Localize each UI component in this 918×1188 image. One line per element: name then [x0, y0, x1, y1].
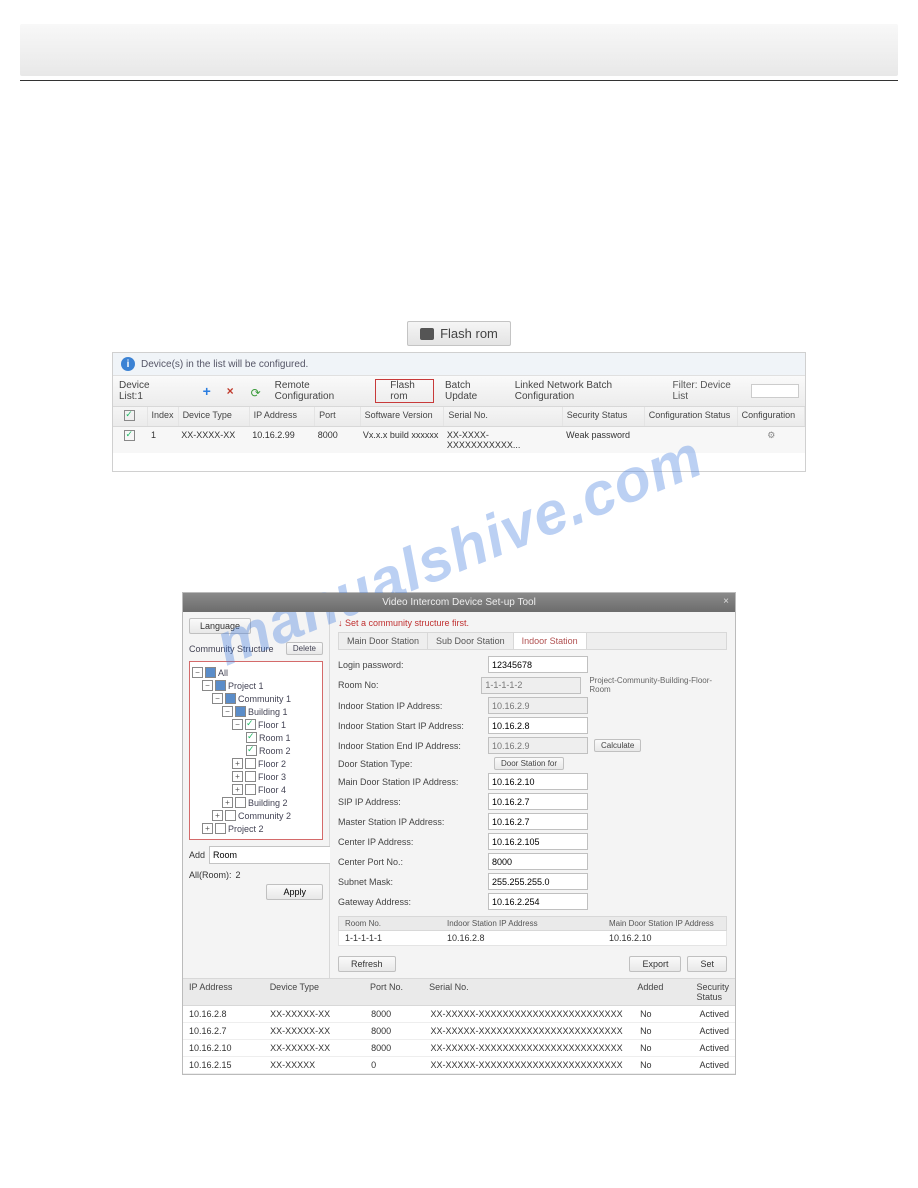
sip-ip-input[interactable]: [488, 793, 588, 810]
expand-icon[interactable]: +: [232, 758, 243, 769]
device-list-panel: i Device(s) in the list will be configur…: [112, 352, 806, 472]
login-password-input[interactable]: [488, 656, 588, 673]
tree-checkbox[interactable]: [215, 823, 226, 834]
room-no-input: [481, 677, 581, 694]
tree-checkbox[interactable]: [246, 732, 257, 743]
tree-checkbox[interactable]: [245, 719, 256, 730]
delete-button[interactable]: ×: [224, 385, 240, 397]
batch-update-button[interactable]: Batch Update: [442, 379, 504, 403]
refresh-button[interactable]: ⟳: [248, 385, 264, 397]
tree-checkbox[interactable]: [225, 693, 236, 704]
flash-rom-label: Flash rom: [440, 326, 498, 341]
tree-checkbox[interactable]: [205, 667, 216, 678]
table-row[interactable]: 10.16.2.8XX-XXXXX-XX8000XX-XXXXX-XXXXXXX…: [183, 1006, 735, 1023]
device-row[interactable]: 1 XX-XXXX-XX 10.16.2.99 8000 Vx.x.x buil…: [113, 427, 805, 453]
hint-text: ↓ Set a community structure first.: [338, 618, 727, 628]
chip-icon: [378, 387, 387, 395]
tree-checkbox[interactable]: [245, 784, 256, 795]
expand-icon[interactable]: +: [212, 810, 223, 821]
add-button[interactable]: +: [200, 385, 216, 397]
calculate-button[interactable]: Calculate: [594, 739, 641, 752]
setup-tool-window: Video Intercom Device Set-up Tool × Lang…: [182, 592, 736, 1075]
table-row[interactable]: 10.16.2.10XX-XXXXX-XX8000XX-XXXXX-XXXXXX…: [183, 1040, 735, 1057]
tree-checkbox[interactable]: [245, 771, 256, 782]
expand-icon[interactable]: +: [222, 797, 233, 808]
tree-checkbox[interactable]: [235, 797, 246, 808]
tree-checkbox[interactable]: [235, 706, 246, 717]
filter-input[interactable]: [751, 384, 799, 398]
table-row[interactable]: 10.16.2.7XX-XXXXX-XX8000XX-XXXXX-XXXXXXX…: [183, 1023, 735, 1040]
tab-indoor[interactable]: Indoor Station: [514, 633, 587, 649]
collapse-icon[interactable]: −: [222, 706, 233, 717]
subnet-input[interactable]: [488, 873, 588, 890]
x-icon: ×: [227, 386, 237, 396]
calc-table-header: Room No. Indoor Station IP Address Main …: [338, 916, 727, 931]
table-row[interactable]: 10.16.2.15XX-XXXXX0XX-XXXXX-XXXXXXXXXXXX…: [183, 1057, 735, 1074]
tab-sub-door[interactable]: Sub Door Station: [428, 633, 514, 649]
device-table-header: Index Device Type IP Address Port Softwa…: [113, 407, 805, 427]
tree-checkbox[interactable]: [215, 680, 226, 691]
collapse-icon[interactable]: −: [212, 693, 223, 704]
indoor-ip-input: [488, 697, 588, 714]
gateway-input[interactable]: [488, 893, 588, 910]
filter-label: Filter: Device List: [672, 380, 743, 402]
add-input[interactable]: [209, 846, 334, 864]
linked-batch-button[interactable]: Linked Network Batch Configuration: [512, 379, 665, 403]
community-tree: −All −Project 1 −Community 1 −Building 1…: [189, 661, 323, 840]
station-tabs: Main Door Station Sub Door Station Indoo…: [338, 632, 727, 650]
language-button[interactable]: Language: [189, 618, 251, 634]
export-button[interactable]: Export: [629, 956, 681, 972]
apply-button[interactable]: Apply: [266, 884, 323, 900]
refresh-button[interactable]: Refresh: [338, 956, 396, 972]
refresh-icon: ⟳: [251, 386, 261, 396]
tree-checkbox[interactable]: [246, 745, 257, 756]
device-toolbar: Device List:1 + × ⟳ Remote Configuration…: [113, 375, 805, 407]
window-titlebar: Video Intercom Device Set-up Tool ×: [183, 593, 735, 612]
gear-icon[interactable]: ⚙: [738, 427, 805, 453]
close-icon[interactable]: ×: [723, 596, 729, 607]
allroom-label: All(Room):: [189, 870, 232, 880]
select-all-checkbox[interactable]: [124, 410, 135, 421]
divider: [20, 80, 898, 81]
expand-icon[interactable]: +: [202, 823, 213, 834]
info-icon: i: [121, 357, 135, 371]
collapse-icon[interactable]: −: [232, 719, 243, 730]
tab-main-door[interactable]: Main Door Station: [339, 633, 428, 649]
door-station-type-dropdown[interactable]: Door Station for: [494, 757, 564, 770]
bottom-device-table: IP Address Device Type Port No. Serial N…: [183, 978, 735, 1074]
add-label: Add: [189, 850, 205, 860]
center-port-input[interactable]: [488, 853, 588, 870]
tree-checkbox[interactable]: [245, 758, 256, 769]
allroom-value: 2: [236, 870, 241, 880]
calc-table-row: 1-1-1-1-1 10.16.2.8 10.16.2.10: [338, 931, 727, 946]
expand-icon[interactable]: +: [232, 771, 243, 782]
center-ip-input[interactable]: [488, 833, 588, 850]
tree-checkbox[interactable]: [225, 810, 236, 821]
delete-tree-button[interactable]: Delete: [286, 642, 323, 655]
set-button[interactable]: Set: [687, 956, 727, 972]
page-header-bar: [20, 24, 898, 76]
main-ds-ip-input[interactable]: [488, 773, 588, 790]
device-list-label: Device List:1: [119, 380, 172, 402]
remote-config-button[interactable]: Remote Configuration: [272, 379, 367, 403]
info-text: Device(s) in the list will be configured…: [141, 359, 308, 370]
flash-rom-button[interactable]: Flash rom: [375, 379, 434, 403]
row-checkbox[interactable]: [124, 430, 135, 441]
plus-icon: +: [203, 386, 213, 396]
chip-icon: [420, 328, 434, 340]
flash-rom-button-illustration: Flash rom: [407, 321, 511, 346]
expand-icon[interactable]: +: [232, 784, 243, 795]
master-ip-input[interactable]: [488, 813, 588, 830]
start-ip-input[interactable]: [488, 717, 588, 734]
collapse-icon[interactable]: −: [192, 667, 203, 678]
collapse-icon[interactable]: −: [202, 680, 213, 691]
community-structure-label: Community Structure: [189, 644, 274, 654]
end-ip-input: [488, 737, 588, 754]
